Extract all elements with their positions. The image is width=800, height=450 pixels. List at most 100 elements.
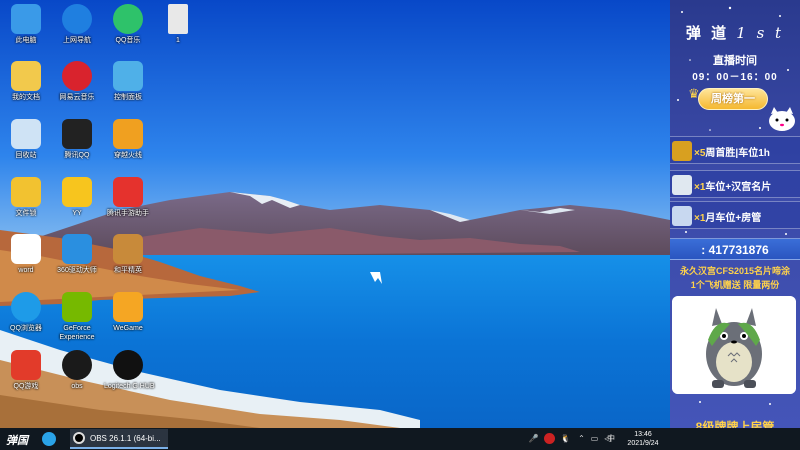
desktop-icon-label: 文件锁 [15,210,37,217]
crossfire-game-icon [113,119,143,149]
desktop-icon-label: Logitech G HUB [104,383,155,390]
ime-indicator[interactable]: 中 [604,433,618,444]
driver-master-icon [62,234,92,264]
panel-title-suffix: 1 s t [736,24,785,42]
microphone-tray-icon[interactable]: 🎤 [528,433,539,444]
computer-icon [11,4,41,34]
desktop-icon-label: GeForce Experience [59,325,95,341]
desktop-icon-label: QQ游戏 [13,383,39,390]
desktop-icon[interactable]: 360驱动大师 [53,234,101,275]
desktop-wallpaper: 此电脑 上网导航 QQ音乐 1 我的文档 网易云音乐 控制面板回收站 腾讯QQ 穿越火线文件锁 Y… [0,0,670,428]
desktop-icon[interactable]: 1 [154,4,202,45]
network-tray-icon[interactable]: ▭ [589,433,600,444]
start-button[interactable]: 弹国 [6,432,38,447]
desktop-icon-label: word [18,267,34,274]
gold-card-icon [672,141,692,161]
clock-date: 2021/9/24 [627,440,659,447]
desktop-icon[interactable]: QQ音乐 [104,4,152,45]
taskbar: 弹国 OBS 26.1.1 (64-bi... 🎤 🐧 ⌃ ▭ ◁ 中 13:4… [0,428,800,450]
reward-row: ×1车位+汉宫名片 [670,170,800,198]
wegame-icon [113,292,143,322]
desktop-icon[interactable]: 穿越火线 [104,119,152,160]
reward-text: ×1车位+汉宫名片 [694,178,771,193]
reward-row: ×1月车位+房管 [670,201,800,229]
word-document-icon [11,234,41,264]
documents-folder-icon [11,61,41,91]
obs-icon [73,432,85,444]
reward-multiplier: ×5 [694,148,706,159]
desktop-icon-label: 穿越火线 [114,152,142,159]
desktop-icon[interactable]: 文件锁 [2,177,50,218]
file-lock-icon [11,177,41,207]
reward-description: 周首胜|车位1h [705,148,770,159]
desktop-icon-label: 1 [176,37,180,44]
arrow-up-tray-icon[interactable]: ⌃ [576,433,587,444]
rocket-icon [672,206,692,226]
desktop-icon[interactable]: WeGame [104,292,152,333]
desktop-icon-label: QQ浏览器 [10,325,42,332]
reward-multiplier: ×1 [694,182,706,193]
edge-browser-taskbar-icon[interactable] [42,432,56,446]
stream-info-panel: 弹 道 1 s t 直播时间 09：00－16：00 ♛ 周榜第一 ×5周首胜|… [670,0,800,428]
reward-multiplier: ×1 [694,213,706,224]
desktop-icon[interactable]: 此电脑 [2,4,50,45]
record-tray-icon[interactable] [544,433,555,444]
obs-taskbar-label: OBS 26.1.1 (64-bi... [90,434,161,443]
mobile-game-assistant-icon [113,177,143,207]
text-file-icon [168,4,188,34]
desktop-icon-label: 网易云音乐 [59,94,95,101]
desktop-icon-label: 360驱动大师 [57,267,97,274]
system-clock[interactable]: 13:46 2021/9/24 [620,430,666,448]
desktop-icon[interactable]: 上网导航 [53,4,101,45]
panel-title-main: 弹 道 [685,25,730,42]
qq-tray-icon[interactable]: 🐧 [560,433,571,444]
reward-text: ×1月车位+房管 [694,209,761,224]
desktop-icon[interactable]: 网易云音乐 [53,61,101,102]
desktop-icon[interactable]: word [2,234,50,275]
obs-icon [62,350,92,380]
desktop-icon-label: 和平精英 [114,267,142,274]
airplane-icon [672,175,692,195]
reward-description: 车位+汉宫名片 [705,182,772,193]
obs-taskbar-button[interactable]: OBS 26.1.1 (64-bi... [70,429,168,449]
desktop-icon[interactable]: QQ浏览器 [2,292,50,333]
totoro-illustration [672,296,796,394]
desktop-icon[interactable]: 和平精英 [104,234,152,275]
desktop-icon-label: obs [71,383,83,390]
reward-description: 月车位+房管 [705,213,762,224]
desktop-icon[interactable]: GeForce Experience [53,292,101,342]
desktop-icon-label: 上网导航 [63,37,91,44]
panel-title: 弹 道 1 s t [670,22,800,43]
desktop-icon[interactable]: 回收站 [2,119,50,160]
netease-music-icon [62,61,92,91]
desktop-icon[interactable]: Logitech G HUB [104,350,155,391]
desktop-icon-label: 控制面板 [114,94,142,101]
logitech-ghub-icon [113,350,143,380]
desktop-icon-label: 腾讯QQ [64,152,90,159]
desktop-icon[interactable]: 腾讯QQ [53,119,101,160]
desktop-icon[interactable]: QQ游戏 [2,350,50,391]
clock-time: 13:46 [634,431,652,438]
desktop-icon-label: WeGame [113,325,143,332]
desktop-icon-label: 此电脑 [15,37,37,44]
desktop-icon[interactable]: YY [53,177,101,218]
desktop-icon-label: YY [72,210,82,217]
live-time-value: 09：00－16：00 [692,72,778,83]
ad-line-1: 永久汉宫CFS2015名片啼涂 [679,266,791,276]
desktop-icon[interactable]: 控制面板 [104,61,152,102]
geforce-icon [62,292,92,322]
weekly-rank-badge: 周榜第一 [698,88,768,110]
ad-line-2: 1个飞机赠送 限量两份 [690,280,780,290]
qq-game-icon [11,350,41,380]
desktop-icon[interactable]: 我的文档 [2,61,50,102]
desktop-icon[interactable]: 腾讯手游助手 [104,177,152,218]
reward-row: ×5周首胜|车位1h [670,136,800,164]
reward-text: ×5周首胜|车位1h [694,144,770,159]
desktop-icon-label: 我的文档 [12,94,40,101]
desktop-icon-label: 回收站 [15,152,37,159]
qq-music-icon [113,4,143,34]
peace-elite-game-icon [113,234,143,264]
yy-voice-icon [62,177,92,207]
desktop-icon[interactable]: obs [53,350,101,391]
qq-browser-icon [11,292,41,322]
